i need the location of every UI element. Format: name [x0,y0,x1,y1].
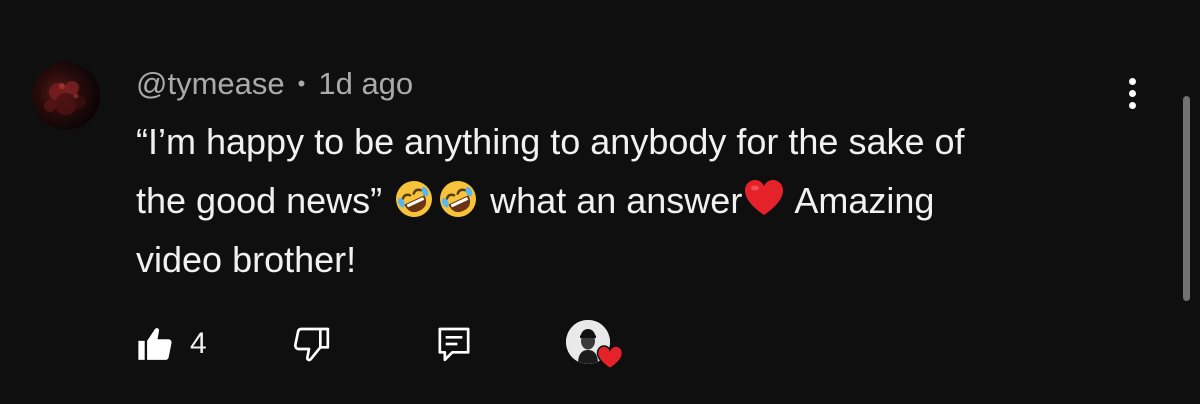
like-count: 4 [190,327,207,360]
author-avatar[interactable] [32,62,100,130]
comment-thread: @tymease • 1d ago “I’m happy to be anyth… [0,0,1200,404]
red-heart-emoji-icon [742,177,786,221]
rofl-emoji-icon [436,177,480,221]
reply-button[interactable] [434,318,474,370]
comment-text-line3: video brother! [136,239,357,280]
like-button[interactable]: 4 [136,318,207,370]
comment-text: “I’m happy to be anything to anybody for… [136,112,1096,289]
author-handle[interactable]: @tymease [136,66,285,102]
comment-text-line1: “I’m happy to be anything to anybody for… [136,121,965,162]
reply-icon [438,327,470,362]
comment-timestamp[interactable]: 1d ago [318,66,413,102]
comment-text-line2a: the good news” [136,180,393,221]
dislike-button[interactable] [292,318,332,370]
more-dot-icon [1129,90,1136,97]
creator-heart-icon [596,345,624,370]
creator-heart[interactable] [566,320,624,372]
separator-dot: • [297,71,306,96]
comment-text-line2b: what an answer [480,180,743,221]
thumbs-up-icon [138,328,172,360]
comment-text-line2c: Amazing [786,180,935,221]
more-dot-icon [1129,102,1136,109]
thumbs-down-icon [293,327,330,362]
comment-header: @tymease • 1d ago [136,62,413,106]
rofl-emoji-icon [392,177,436,221]
comment-actions: 4 [0,318,1200,370]
scrollbar-thumb[interactable] [1183,96,1190,301]
more-actions-button[interactable] [1114,74,1152,114]
more-dot-icon [1129,78,1136,85]
